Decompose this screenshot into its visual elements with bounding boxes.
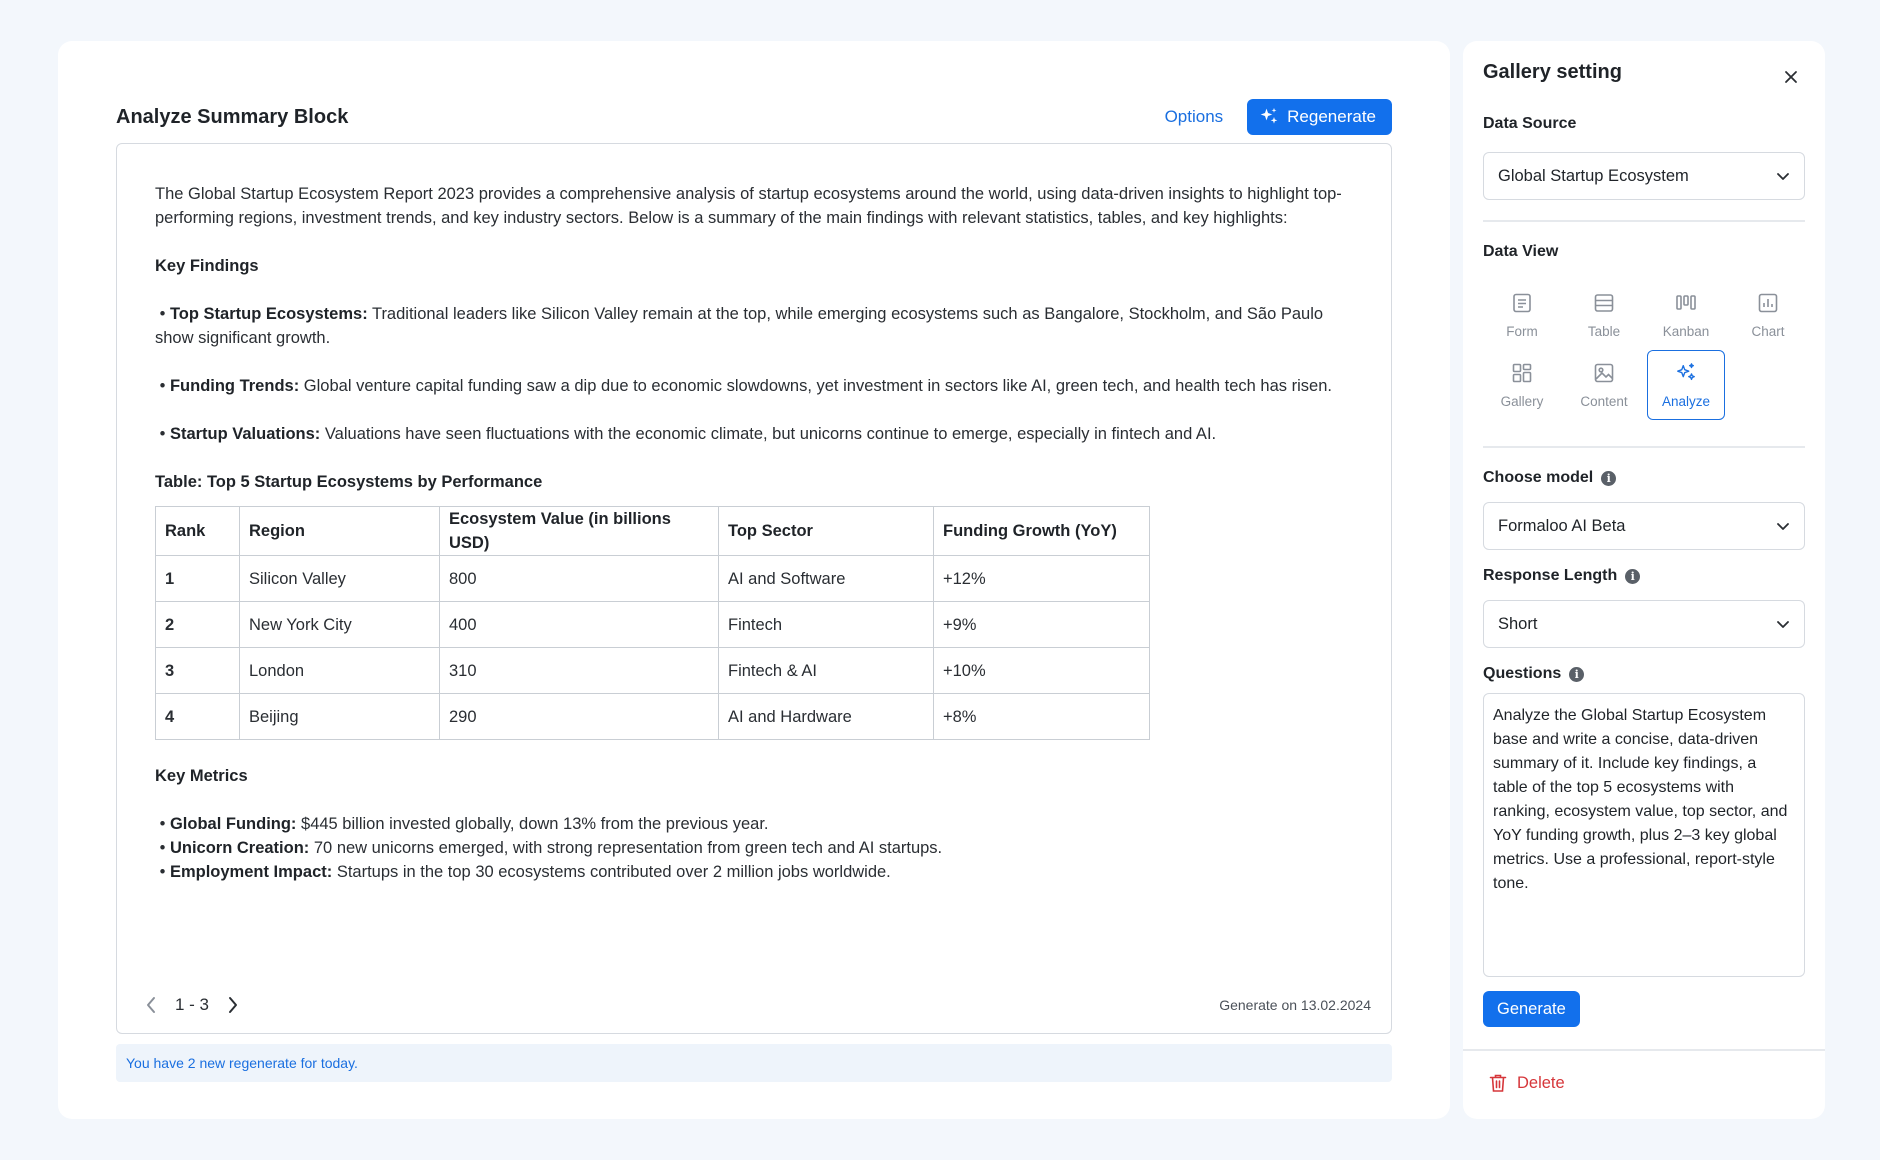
model-select[interactable]: Formaloo AI Beta [1483,502,1805,550]
column-header: Funding Growth (YoY) [933,506,1150,556]
data-source-value: Global Startup Ecosystem [1498,166,1689,185]
generated-date: Generate on 13.02.2024 [1219,997,1371,1013]
kanban-icon [1675,292,1697,314]
block-title: Analyze Summary Block [116,105,349,128]
table-cell: London [239,647,440,694]
finding-item: • Startup Valuations: Valuations have se… [155,425,1217,443]
view-option-table[interactable]: Table [1565,280,1643,350]
chevron-down-icon [1776,517,1790,536]
finding-item: • Funding Trends: Global venture capital… [155,377,1332,395]
info-icon[interactable]: i [1601,470,1617,486]
divider [1483,220,1805,222]
table-row: 3 London 310 Fintech & AI +10% [155,647,1150,694]
info-icon[interactable]: i [1625,568,1641,584]
metric-item: • Global Funding: $445 billion invested … [155,815,769,833]
questions-textarea[interactable]: Analyze the Global Startup Ecosystem bas… [1483,693,1805,977]
chart-icon [1757,292,1779,314]
table-cell: Silicon Valley [239,555,440,602]
table-cell: 310 [439,647,719,694]
summary-content: The Global Startup Ecosystem Report 2023… [155,182,1355,884]
column-header: Rank [155,506,240,556]
trash-icon [1489,1073,1507,1093]
view-option-chart[interactable]: Chart [1729,280,1807,350]
table-cell: +12% [933,555,1150,602]
table-row: 1 Silicon Valley 800 AI and Software +12… [155,555,1150,602]
info-icon[interactable]: i [1569,666,1585,682]
response-length-value: Short [1498,614,1538,633]
table-cell: Beijing [239,693,440,740]
image-icon [1593,362,1615,384]
summary-box: The Global Startup Ecosystem Report 2023… [116,143,1392,1034]
column-header: Top Sector [718,506,934,556]
table-row: 4 Beijing 290 AI and Hardware +8% [155,693,1150,740]
table-cell: 400 [439,601,719,648]
view-option-kanban[interactable]: Kanban [1647,280,1725,350]
response-length-select[interactable]: Short [1483,600,1805,648]
sparkles-icon [1259,107,1279,127]
chevron-left-icon[interactable] [141,995,161,1015]
table-cell: 290 [439,693,719,740]
table-cell: 3 [155,647,240,694]
block-header: Analyze Summary Block Options Regenerate [116,98,1392,136]
table-cell: 1 [155,555,240,602]
ecosystems-table: Rank Region Ecosystem Value (in billions… [155,506,1150,740]
metric-item: • Employment Impact: Startups in the top… [155,863,891,881]
table-cell: New York City [239,601,440,648]
close-icon[interactable] [1781,67,1801,87]
finding-item: • Top Startup Ecosystems: Traditional le… [155,305,1324,347]
table-cell: Fintech & AI [718,647,934,694]
table-cell: +10% [933,647,1150,694]
sparkles-icon [1675,362,1697,384]
model-label: Choose model i [1483,469,1617,487]
divider [1463,1049,1825,1051]
column-header: Ecosystem Value (in billions USD) [439,506,719,556]
data-view-grid: Form Table Kanban Chart Gallery Content … [1483,280,1805,420]
table-header-row: Rank Region Ecosystem Value (in billions… [155,506,1150,556]
table-cell: AI and Software [718,555,934,602]
summary-card: Analyze Summary Block Options Regenerate… [58,41,1450,1119]
data-source-label: Data Source [1483,115,1577,132]
chevron-down-icon [1776,167,1790,186]
table-row: 2 New York City 400 Fintech +9% [155,601,1150,648]
header-actions: Options Regenerate [1165,99,1392,135]
regenerate-notice: You have 2 new regenerate for today. [116,1044,1392,1082]
key-findings-title: Key Findings [155,257,259,275]
gallery-icon [1511,362,1533,384]
delete-button[interactable]: Delete [1489,1073,1565,1093]
table-cell: +8% [933,693,1150,740]
regenerate-button[interactable]: Regenerate [1247,99,1392,135]
key-metrics-title: Key Metrics [155,767,248,785]
view-option-analyze[interactable]: Analyze [1647,350,1725,420]
questions-label: Questions i [1483,665,1585,683]
table-cell: Fintech [718,601,934,648]
generate-button[interactable]: Generate [1483,991,1580,1027]
table-cell: 4 [155,693,240,740]
view-option-form[interactable]: Form [1483,280,1561,350]
table-cell: 2 [155,601,240,648]
data-source-select[interactable]: Global Startup Ecosystem [1483,152,1805,200]
divider [1483,446,1805,448]
chevron-down-icon [1776,615,1790,634]
view-option-content[interactable]: Content [1565,350,1643,420]
summary-intro: The Global Startup Ecosystem Report 2023… [155,185,1342,227]
data-view-label: Data View [1483,243,1559,260]
metric-item: • Unicorn Creation: 70 new unicorns emer… [155,839,943,857]
regenerate-label: Regenerate [1287,107,1376,126]
table-cell: 800 [439,555,719,602]
view-option-gallery[interactable]: Gallery [1483,350,1561,420]
table-icon [1593,292,1615,314]
table-title: Table: Top 5 Startup Ecosystems by Perfo… [155,473,543,491]
column-header: Region [239,506,440,556]
table-cell: AI and Hardware [718,693,934,740]
page-range: 1 - 3 [175,995,210,1014]
response-length-label: Response Length i [1483,567,1641,585]
pagination: 1 - 3 [141,995,243,1015]
settings-panel: Gallery setting Data Source Global Start… [1463,41,1825,1119]
table-cell: +9% [933,601,1150,648]
form-icon [1511,292,1533,314]
model-value: Formaloo AI Beta [1498,516,1626,535]
options-button[interactable]: Options [1165,107,1224,127]
panel-title: Gallery setting [1483,61,1622,83]
chevron-right-icon[interactable] [223,995,243,1015]
